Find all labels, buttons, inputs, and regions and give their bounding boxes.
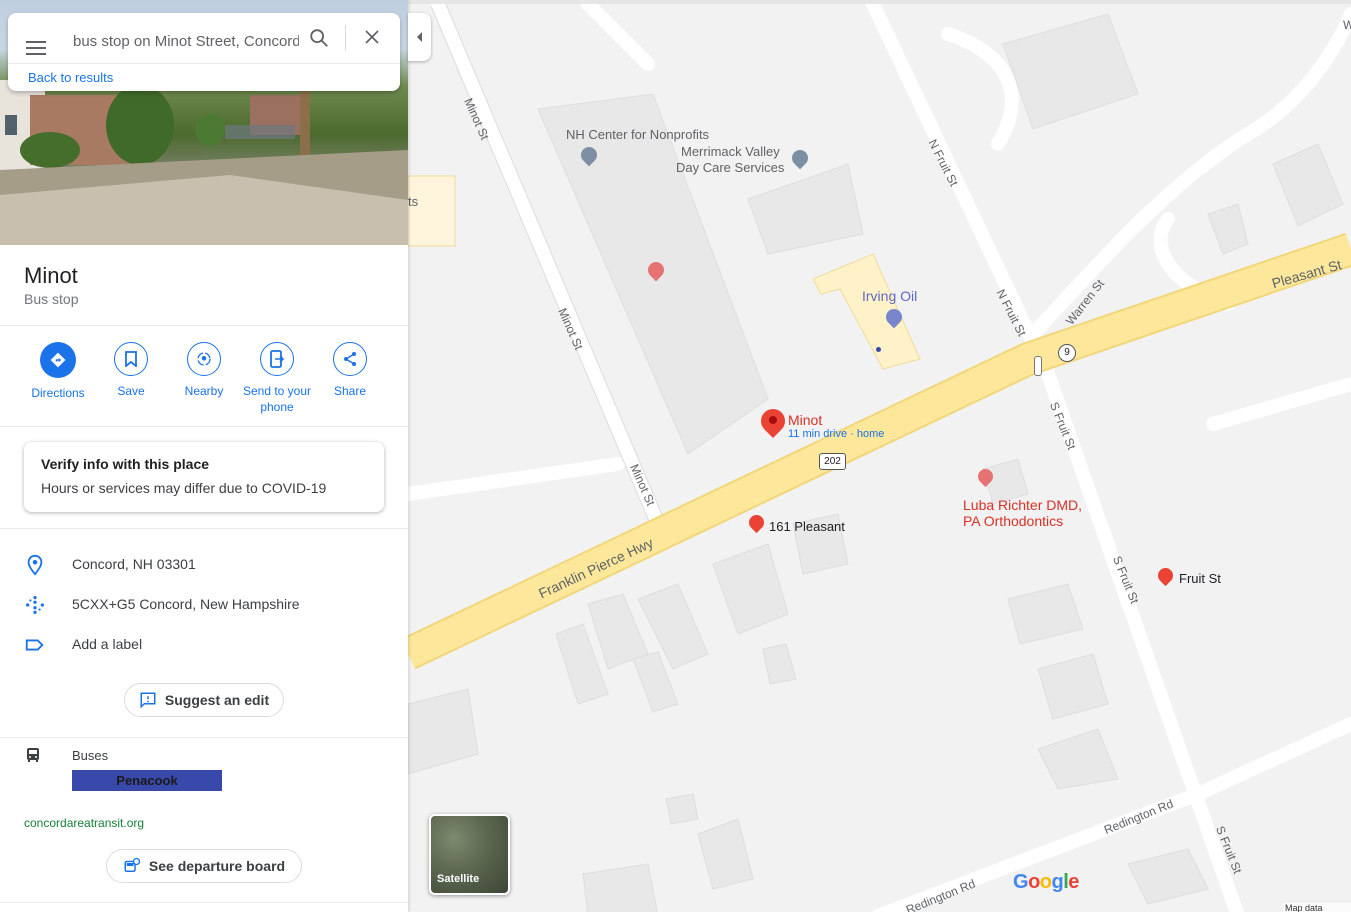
selected-place-label[interactable]: Minot	[788, 412, 822, 428]
send-to-phone-button[interactable]: Send to your phone	[240, 342, 314, 415]
plus-code-row[interactable]: 5CXX+G5 Concord, New Hampshire	[0, 588, 408, 620]
address-text: Concord, NH 03301	[72, 556, 196, 572]
suggest-edit-button[interactable]: Suggest an edit	[124, 683, 284, 717]
poi-partial-label[interactable]: ts	[408, 194, 418, 209]
action-label: Save	[117, 384, 145, 398]
departure-board-button[interactable]: See departure board	[106, 849, 302, 883]
divider	[0, 426, 408, 427]
poi-luba-line2[interactable]: PA Orthodontics	[963, 513, 1063, 529]
suggest-edit-label: Suggest an edit	[164, 692, 270, 708]
location-dot-icon	[876, 347, 881, 352]
save-button[interactable]: Save	[94, 342, 168, 399]
chevron-left-icon	[417, 32, 422, 42]
feedback-icon	[140, 692, 156, 709]
poi-nh-center[interactable]: NH Center for Nonprofits	[566, 127, 709, 142]
verify-info-card[interactable]: Verify info with this place Hours or ser…	[24, 442, 384, 512]
divider	[0, 737, 408, 738]
close-icon[interactable]	[363, 28, 381, 46]
menu-icon[interactable]	[26, 41, 46, 55]
action-label: Nearby	[184, 384, 224, 398]
poi-luba-line1[interactable]: Luba Richter DMD,	[963, 497, 1082, 513]
satellite-layer-toggle[interactable]: Satellite	[429, 814, 510, 895]
poi-161-pleasant[interactable]: 161 Pleasant	[769, 519, 845, 534]
route-9-shield: 9	[1058, 344, 1076, 362]
bus-icon	[27, 748, 39, 762]
add-label-row[interactable]: Add a label	[0, 628, 408, 660]
label-icon	[25, 639, 44, 651]
poi-irving-oil[interactable]: Irving Oil	[862, 288, 917, 304]
divider	[0, 528, 408, 529]
search-input[interactable]	[71, 29, 301, 53]
route-202-shield: 202	[819, 453, 846, 470]
directions-button[interactable]: Directions	[21, 342, 95, 401]
bookmark-icon	[114, 342, 148, 376]
place-title: Minot	[24, 263, 78, 288]
share-button[interactable]: Share	[313, 342, 387, 399]
divider	[8, 63, 400, 64]
location-pin-icon	[27, 554, 43, 576]
add-label-text: Add a label	[72, 636, 143, 652]
divider	[0, 902, 408, 903]
back-to-results-link[interactable]: Back to results	[28, 70, 113, 85]
place-category[interactable]: Bus stop	[24, 291, 78, 307]
action-label: Share	[333, 384, 367, 398]
place-panel: Back to results Minot Bus stop Direction…	[0, 0, 408, 912]
address-row[interactable]: Concord, NH 03301	[0, 548, 408, 580]
google-logo: Google	[1013, 871, 1079, 893]
satellite-label: Satellite	[437, 873, 480, 885]
map-credit[interactable]: Map data ©2022	[1283, 903, 1351, 912]
divider	[345, 25, 346, 51]
route-badge[interactable]: Penacook	[72, 770, 222, 791]
traffic-light-icon	[1034, 356, 1042, 376]
search-icon[interactable]	[308, 27, 330, 49]
divider	[0, 325, 408, 326]
departure-board-icon	[124, 857, 141, 872]
marker-dot	[769, 416, 777, 424]
directions-icon	[40, 342, 76, 378]
action-label: Send to your phone	[242, 384, 312, 414]
plus-code-icon	[26, 596, 44, 614]
action-label: Directions	[31, 386, 85, 400]
departure-board-label: See departure board	[148, 858, 286, 874]
search-box: Back to results	[8, 13, 400, 91]
map-roads	[408, 4, 1351, 912]
nearby-icon	[187, 342, 221, 376]
send-to-phone-icon	[260, 342, 294, 376]
transit-website-link[interactable]: concordareatransit.org	[24, 816, 144, 830]
street-label-partial: W	[1343, 18, 1351, 32]
verify-text: Hours or services may differ due to COVI…	[41, 480, 327, 496]
poi-fruit-st[interactable]: Fruit St	[1179, 571, 1221, 586]
poi-merrimack-line1[interactable]: Merrimack Valley	[681, 144, 780, 159]
buses-label: Buses	[72, 748, 109, 763]
share-icon	[333, 342, 367, 376]
nearby-button[interactable]: Nearby	[167, 342, 241, 399]
plus-code-text: 5CXX+G5 Concord, New Hampshire	[72, 596, 300, 612]
drive-time-label[interactable]: 11 min drive · home	[788, 428, 884, 440]
collapse-panel-button[interactable]	[408, 13, 431, 61]
map-canvas[interactable]: Minot St Minot St Minot St N Fruit St N …	[408, 0, 1351, 912]
verify-title: Verify info with this place	[41, 456, 210, 472]
poi-merrimack-line2[interactable]: Day Care Services	[676, 160, 784, 175]
